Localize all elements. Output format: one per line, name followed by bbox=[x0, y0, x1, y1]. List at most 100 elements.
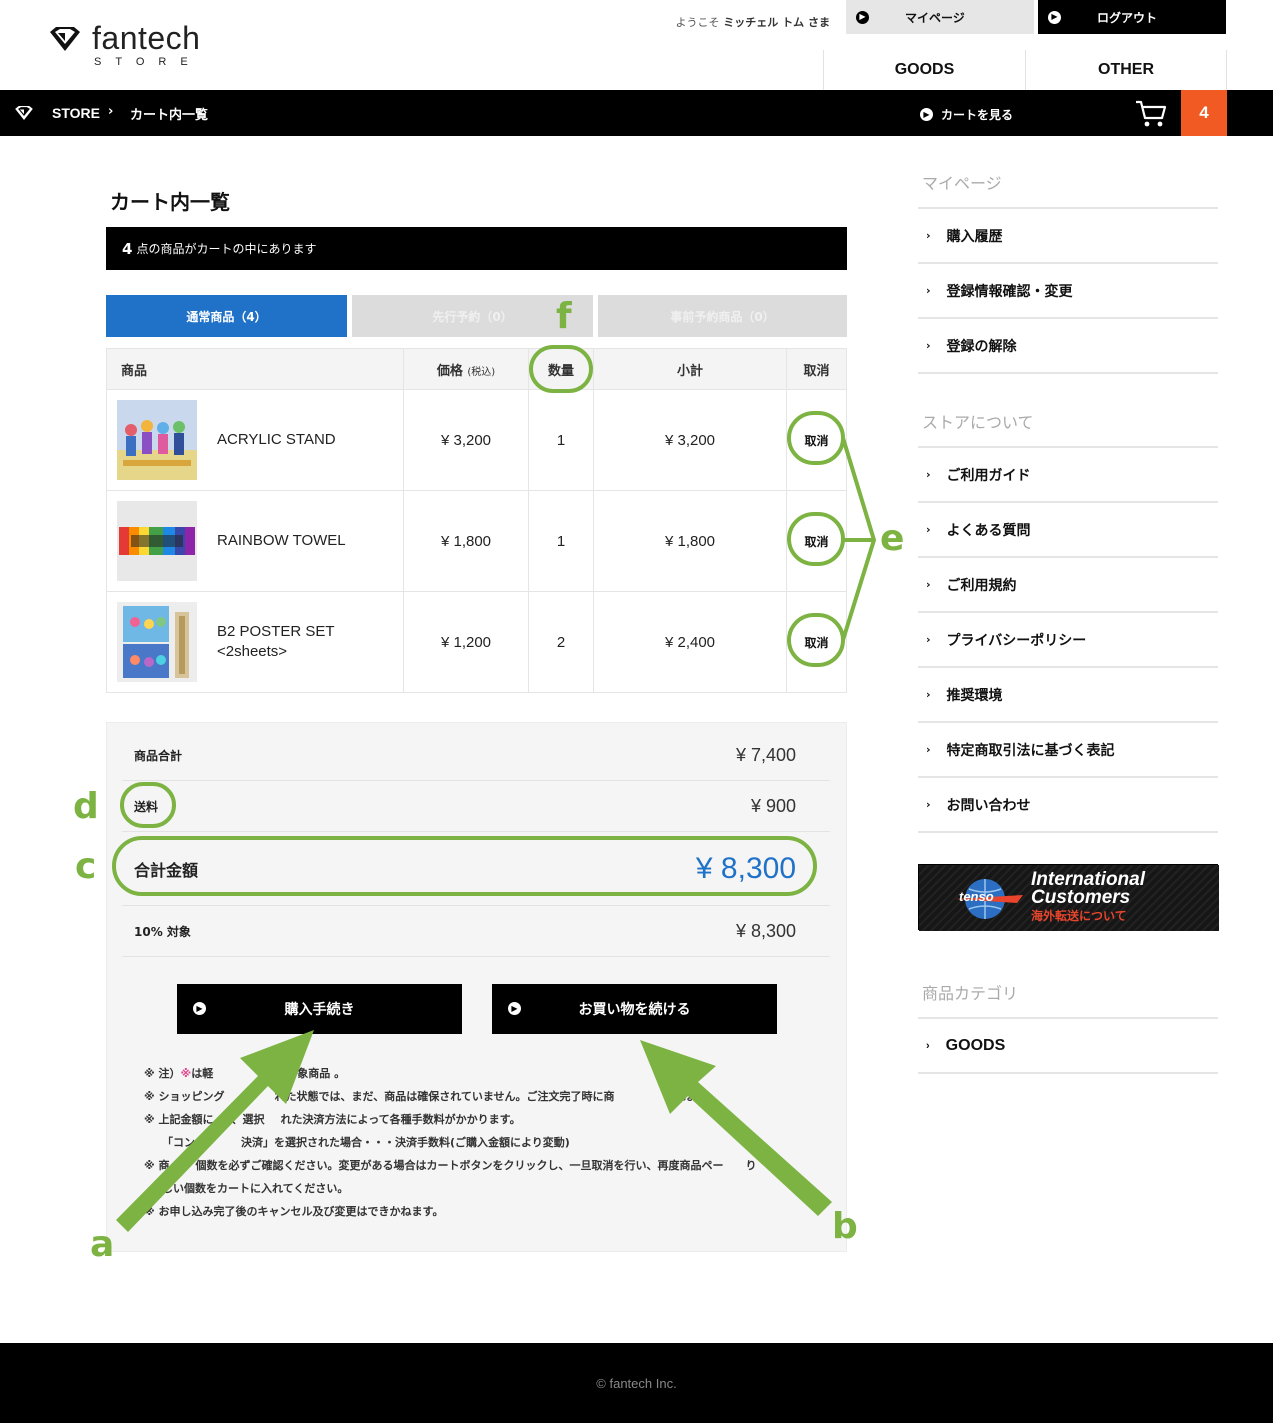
welcome-suffix: さま bbox=[808, 16, 830, 29]
sidebar-heading-mypage: マイページ bbox=[922, 174, 1002, 193]
header-quantity: 数量 bbox=[528, 348, 594, 390]
product-quantity: 2 bbox=[528, 591, 594, 693]
product-subtotal: ¥ 1,800 bbox=[593, 490, 787, 592]
home-logo-icon[interactable] bbox=[14, 105, 34, 121]
product-quantity: 1 bbox=[528, 490, 594, 592]
international-customers-banner[interactable]: tenso International Customers 海外転送について bbox=[918, 864, 1219, 931]
table-row: RAINBOW TOWEL ¥ 1,800 1 ¥ 1,800 取消 bbox=[106, 490, 847, 592]
header-subtotal: 小計 bbox=[593, 348, 787, 390]
chevron-right-icon: › bbox=[926, 578, 931, 591]
note-line: ※ 商 個数を必ずご確認ください。変更がある場合はカートボタンをクリックし、一旦取… bbox=[144, 1154, 834, 1177]
chevron-right-icon: › bbox=[926, 229, 931, 242]
sidebar-item-label: 特定商取引法に基づく表記 bbox=[946, 742, 1115, 759]
tab-advance-reservation[interactable]: 事前予約商品（0） bbox=[598, 295, 847, 337]
product-price: ¥ 3,200 bbox=[403, 389, 529, 491]
sidebar-item-commerce-law[interactable]: › 特定商取引法に基づく表記 bbox=[918, 723, 1218, 778]
arrow-circle-icon: ▶ bbox=[193, 1002, 206, 1015]
note-mark: ※ bbox=[144, 1113, 155, 1126]
summary-shipping-row: 送料 ¥ 900 bbox=[122, 781, 830, 832]
note-text: 個数を必ずご確認ください。変更がある場合はカートボタンをクリックし、一旦取消を行… bbox=[195, 1159, 724, 1172]
mypage-button[interactable]: ▶ マイページ bbox=[846, 0, 1034, 34]
annotation-letter-c: c bbox=[75, 846, 97, 887]
tab-regular-items[interactable]: 通常商品（4） bbox=[106, 295, 347, 337]
breadcrumb-separator-icon: › bbox=[108, 104, 114, 119]
chevron-right-icon: › bbox=[926, 633, 931, 646]
header-cancel: 取消 bbox=[786, 348, 847, 390]
sidebar-item-goods[interactable]: › GOODS bbox=[918, 1019, 1218, 1074]
cancel-cell: 取消 bbox=[786, 490, 847, 592]
checkout-button-label: 購入手続き bbox=[284, 1002, 355, 1018]
note-line: ※ お申し込み完了後のキャンセル及び変更はできかねます。 bbox=[144, 1200, 834, 1223]
logout-button[interactable]: ▶ ログアウト bbox=[1038, 0, 1226, 34]
sidebar-item-contact[interactable]: › お問い合わせ bbox=[918, 778, 1218, 833]
annotation-letter-a: a bbox=[90, 1224, 115, 1265]
cancel-cell: 取消 bbox=[786, 389, 847, 491]
note-mark-pink: ※ bbox=[180, 1067, 192, 1080]
logo-mark-icon[interactable] bbox=[48, 26, 82, 52]
cart-notes: ※ 注）※は軽 象商品 。 ※ ショッピング れた状態では、まだ、商品は確保されてい… bbox=[144, 1062, 834, 1223]
product-thumbnail-b2-poster-set[interactable] bbox=[117, 602, 197, 682]
connector-e bbox=[841, 437, 877, 641]
header-product: 商品 bbox=[106, 348, 404, 390]
sidebar-item-privacy[interactable]: › プライバシーポリシー bbox=[918, 613, 1218, 668]
product-cell: RAINBOW TOWEL bbox=[106, 490, 404, 592]
sidebar-item-guide[interactable]: › ご利用ガイド bbox=[918, 448, 1218, 503]
product-name[interactable]: ACRYLIC STAND bbox=[217, 430, 336, 450]
chevron-right-icon: › bbox=[926, 468, 931, 481]
chevron-right-icon: › bbox=[926, 688, 931, 701]
header-price: 価格 (税込) bbox=[403, 348, 529, 390]
product-cell: ACRYLIC STAND bbox=[106, 389, 404, 491]
summary-tax-row: 10% 対象 ¥ 8,300 bbox=[122, 906, 830, 957]
sidebar-item-label: ご利用規約 bbox=[946, 577, 1017, 594]
nav-other[interactable]: OTHER bbox=[1025, 50, 1227, 90]
product-name-line1: RAINBOW TOWEL bbox=[217, 532, 346, 549]
product-name[interactable]: RAINBOW TOWEL bbox=[217, 531, 346, 551]
cancel-button[interactable]: 取消 bbox=[804, 636, 828, 650]
sidebar-heading-category: 商品カテゴリ bbox=[922, 984, 1019, 1003]
nav-goods[interactable]: GOODS bbox=[823, 50, 1025, 90]
logo-text[interactable]: fantech bbox=[92, 20, 200, 57]
sidebar-item-purchase-history[interactable]: › 購入履歴 bbox=[918, 209, 1218, 264]
cancel-button[interactable]: 取消 bbox=[804, 434, 828, 448]
note-text: お申し込み完了後のキャンセル及び変更はできかねます。 bbox=[158, 1205, 444, 1218]
cart-item-count: 4 bbox=[122, 239, 133, 258]
continue-shopping-button[interactable]: ▶ お買い物を続ける bbox=[492, 984, 777, 1034]
product-price: ¥ 1,800 bbox=[403, 490, 529, 592]
product-thumbnail-rainbow-towel[interactable] bbox=[117, 501, 197, 581]
note-line: ※ 注）※は軽 象商品 。 bbox=[144, 1062, 834, 1085]
checkout-button[interactable]: ▶ 購入手続き bbox=[177, 984, 462, 1034]
note-text: り bbox=[745, 1159, 757, 1172]
cart-table: 商品 価格 (税込) 数量 小計 取消 ACRYLIC STAND ¥ 3,20… bbox=[106, 348, 847, 693]
cancel-button[interactable]: 取消 bbox=[804, 535, 828, 549]
note-text: 、選択 bbox=[231, 1113, 265, 1126]
annotation-letter-b: b bbox=[832, 1206, 858, 1247]
product-thumbnail-acrylic-stand[interactable] bbox=[117, 400, 197, 480]
sidebar-item-environment[interactable]: › 推奨環境 bbox=[918, 668, 1218, 723]
note-text: 注） bbox=[158, 1067, 181, 1080]
sidebar-item-faq[interactable]: › よくある質問 bbox=[918, 503, 1218, 558]
product-quantity: 1 bbox=[528, 389, 594, 491]
tax-target-label: 10% 対象 bbox=[134, 924, 191, 939]
banner-logo: tenso bbox=[959, 889, 994, 904]
cart-count-badge[interactable]: 4 bbox=[1181, 90, 1227, 136]
arrow-circle-icon: ▶ bbox=[508, 1002, 521, 1015]
view-cart-label: カートを見る bbox=[941, 108, 1014, 122]
arrow-circle-icon: ▶ bbox=[920, 108, 933, 121]
arrow-circle-icon: ▶ bbox=[856, 10, 869, 24]
product-subtotal: ¥ 3,200 bbox=[593, 389, 787, 491]
cart-icon[interactable] bbox=[1134, 98, 1168, 128]
chevron-right-icon: › bbox=[926, 284, 931, 297]
view-cart-link[interactable]: ▶ カートを見る bbox=[920, 106, 1013, 123]
note-text: ショッピング bbox=[158, 1090, 225, 1103]
sidebar-item-terms[interactable]: › ご利用規約 bbox=[918, 558, 1218, 613]
product-subtotal: ¥ 2,400 bbox=[593, 591, 787, 693]
logout-button-label: ログアウト bbox=[1097, 10, 1158, 25]
note-line: 「コン 決済」を選択された場合・・・決済手数料(ご購入金額により変動) bbox=[144, 1131, 834, 1154]
sidebar-item-label: 登録情報確認・変更 bbox=[946, 283, 1073, 300]
sidebar-item-account-info[interactable]: › 登録情報確認・変更 bbox=[918, 264, 1218, 319]
breadcrumb-store[interactable]: STORE bbox=[52, 105, 100, 121]
product-name[interactable]: B2 POSTER SET <2sheets> bbox=[217, 622, 335, 662]
grand-total-value: ¥ 8,300 bbox=[695, 851, 796, 885]
annotation-letter-e: e bbox=[880, 518, 905, 559]
sidebar-item-unregister[interactable]: › 登録の解除 bbox=[918, 319, 1218, 374]
